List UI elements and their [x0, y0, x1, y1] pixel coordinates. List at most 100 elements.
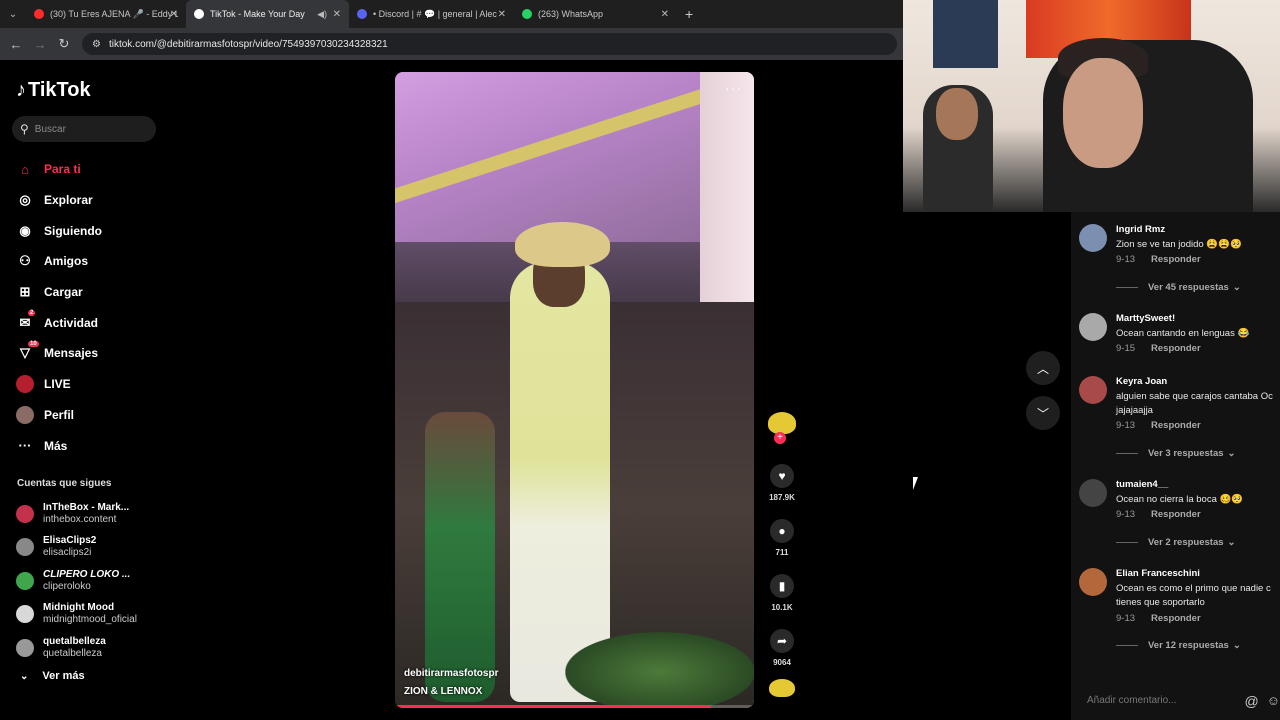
- comment-user[interactable]: Ingrid Rmz: [1116, 224, 1165, 235]
- menu-item-amigos[interactable]: ⚇ Amigos: [16, 246, 102, 277]
- share-button[interactable]: ➦ 9064: [766, 629, 798, 679]
- add-comment-input[interactable]: [1087, 695, 1235, 706]
- comment-user[interactable]: Elian Franceschini: [1116, 568, 1200, 579]
- comment-meta: 9-13 Responder: [1116, 613, 1201, 624]
- more-options-icon[interactable]: ···: [725, 80, 742, 96]
- live-icon: [16, 375, 34, 394]
- close-tab-icon[interactable]: ✕: [170, 9, 178, 20]
- tiktok-favicon-icon: [194, 9, 204, 19]
- follow-plus-icon[interactable]: +: [774, 432, 786, 444]
- see-more-button[interactable]: ⌄ Ver más: [20, 670, 85, 682]
- following-item[interactable]: Midnight Mood midnightmood_oficial: [16, 598, 137, 632]
- close-tab-icon[interactable]: ✕: [661, 9, 669, 20]
- browser-tab-bar: ⌄ (30) Tu Eres AJENA 🎤 - Eddy L ✕ TikTok…: [0, 0, 903, 28]
- menu-item-mensajes[interactable]: ▽ 10 Mensajes: [16, 338, 102, 369]
- video-player[interactable]: ··· debitirarmasfotospr ZION & LENNOX: [395, 72, 754, 708]
- menu-label: Actividad: [44, 315, 99, 330]
- like-count: 187.9K: [769, 493, 795, 502]
- menu-item-explorar[interactable]: ◎ Explorar: [16, 185, 102, 216]
- like-button[interactable]: ♥ 187.9K: [766, 464, 798, 519]
- account-handle: midnightmood_oficial: [43, 614, 137, 626]
- search-icon: ⚲: [20, 122, 29, 136]
- speaker-icon[interactable]: ◀): [317, 9, 327, 20]
- menu-item-para-ti[interactable]: ⌂ Para ti: [16, 154, 102, 185]
- person-left-face: [936, 88, 978, 140]
- following-item[interactable]: CLIPERO LOKO ... cliperoloko: [16, 564, 137, 598]
- search-box[interactable]: ⚲: [12, 116, 156, 142]
- next-video-button[interactable]: ﹀: [1026, 396, 1060, 430]
- more-dots-icon: ···: [18, 438, 32, 454]
- comment-user[interactable]: Keyra Joan: [1116, 376, 1167, 387]
- video-sound[interactable]: ZION & LENNOX: [404, 686, 482, 697]
- forward-arrow-icon[interactable]: →: [28, 37, 52, 52]
- search-input[interactable]: [34, 123, 135, 135]
- avatar[interactable]: [1079, 313, 1107, 341]
- tab-title: TikTok - Make Your Day: [210, 9, 305, 19]
- browser-tab-whatsapp[interactable]: (263) WhatsApp ✕: [514, 0, 677, 28]
- menu-item-live[interactable]: LIVE: [16, 369, 102, 400]
- view-replies-button[interactable]: Ver 45 respuestas ⌄: [1116, 282, 1241, 293]
- logo-text: TikTok: [28, 79, 91, 101]
- comment-item: tumaien4__ Ocean no cierra la boca 🥴🥺 9-…: [1079, 479, 1280, 539]
- menu-item-actividad[interactable]: ✉ 2 Actividad: [16, 307, 102, 338]
- comment-user[interactable]: tumaien4__: [1116, 479, 1168, 490]
- mention-at-icon[interactable]: @: [1245, 693, 1259, 709]
- following-item[interactable]: InTheBox - Mark... inthebox.content: [16, 497, 137, 531]
- site-settings-icon[interactable]: ⚙: [92, 39, 101, 50]
- video-author[interactable]: debitirarmasfotospr: [404, 668, 498, 679]
- view-replies-button[interactable]: Ver 2 respuestas ⌄: [1116, 537, 1236, 548]
- back-arrow-icon[interactable]: ←: [4, 37, 28, 52]
- address-bar[interactable]: ⚙ tiktok.com/@debitirarmasfotospr/video/…: [82, 33, 897, 55]
- close-tab-icon[interactable]: ✕: [333, 9, 341, 20]
- reply-button[interactable]: Responder: [1151, 254, 1201, 265]
- account-handle: inthebox.content: [43, 513, 117, 525]
- messages-badge: 10: [28, 341, 39, 348]
- menu-item-siguiendo[interactable]: ◉ Siguiendo: [16, 215, 102, 246]
- screen: ⌄ (30) Tu Eres AJENA 🎤 - Eddy L ✕ TikTok…: [0, 0, 1280, 720]
- heart-icon: ♥: [770, 464, 794, 488]
- chevron-down-icon: ⌄: [1232, 282, 1241, 293]
- browser-tab-tiktok[interactable]: TikTok - Make Your Day ◀) ✕: [186, 0, 349, 28]
- menu-label: LIVE: [44, 377, 71, 392]
- creator-avatar-button[interactable]: +: [766, 412, 798, 464]
- reload-icon[interactable]: ↻: [52, 36, 76, 52]
- avatar[interactable]: [1079, 568, 1107, 596]
- browser-tab-discord[interactable]: • Discord | # 💬 | general | Alec ✕: [349, 0, 514, 28]
- avatar[interactable]: [1079, 479, 1107, 507]
- video-progress-bar[interactable]: [395, 705, 754, 708]
- reply-button[interactable]: Responder: [1151, 509, 1201, 520]
- comment-text: Ocean es como el primo que nadie c tiene…: [1116, 583, 1271, 608]
- following-item[interactable]: ElisaClips2 elisaclips2i: [16, 531, 137, 565]
- previous-video-button[interactable]: ︿: [1026, 351, 1060, 385]
- emoji-icon[interactable]: ☺: [1267, 693, 1280, 708]
- chevron-down-icon: ⌄: [1227, 537, 1236, 548]
- reply-button[interactable]: Responder: [1151, 613, 1201, 624]
- following-item[interactable]: quetalbelleza quetalbelleza: [16, 631, 137, 665]
- tiktok-logo[interactable]: ♪ TikTok: [16, 79, 91, 102]
- menu-item-mas[interactable]: ··· Más: [16, 430, 102, 461]
- close-tab-icon[interactable]: ✕: [498, 9, 506, 20]
- avatar[interactable]: [1079, 224, 1107, 252]
- view-replies-button[interactable]: Ver 12 respuestas ⌄: [1116, 640, 1241, 651]
- comments-panel: Ingrid Rmz Zion se ve tan jodido 😩😩🥺 9-1…: [1071, 212, 1280, 720]
- view-replies-button[interactable]: Ver 3 respuestas ⌄: [1116, 448, 1236, 459]
- sound-disc-button[interactable]: [766, 679, 798, 697]
- new-tab-plus-icon[interactable]: +: [685, 6, 693, 22]
- browser-tab-youtube[interactable]: (30) Tu Eres AJENA 🎤 - Eddy L ✕: [26, 0, 186, 28]
- menu-item-perfil[interactable]: Perfil: [16, 400, 102, 431]
- tab-search-chevron-icon[interactable]: ⌄: [0, 0, 26, 28]
- avatar[interactable]: [1079, 376, 1107, 404]
- account-name: Midnight Mood: [43, 602, 115, 614]
- reply-button[interactable]: Responder: [1151, 420, 1201, 431]
- chevron-down-icon: ﹀: [1036, 406, 1049, 421]
- comment-button[interactable]: ● 711: [766, 519, 798, 574]
- reply-button[interactable]: Responder: [1151, 343, 1201, 354]
- compass-icon: ◎: [19, 192, 31, 208]
- comment-user[interactable]: MarttySweet!: [1116, 313, 1175, 324]
- see-more-label: Ver más: [42, 670, 85, 682]
- save-button[interactable]: ▮ 10.1K: [766, 574, 798, 629]
- activity-badge: 2: [28, 310, 36, 317]
- following-header: Cuentas que sigues: [17, 478, 112, 489]
- menu-item-cargar[interactable]: ⊞ Cargar: [16, 277, 102, 308]
- avatar: [16, 504, 34, 523]
